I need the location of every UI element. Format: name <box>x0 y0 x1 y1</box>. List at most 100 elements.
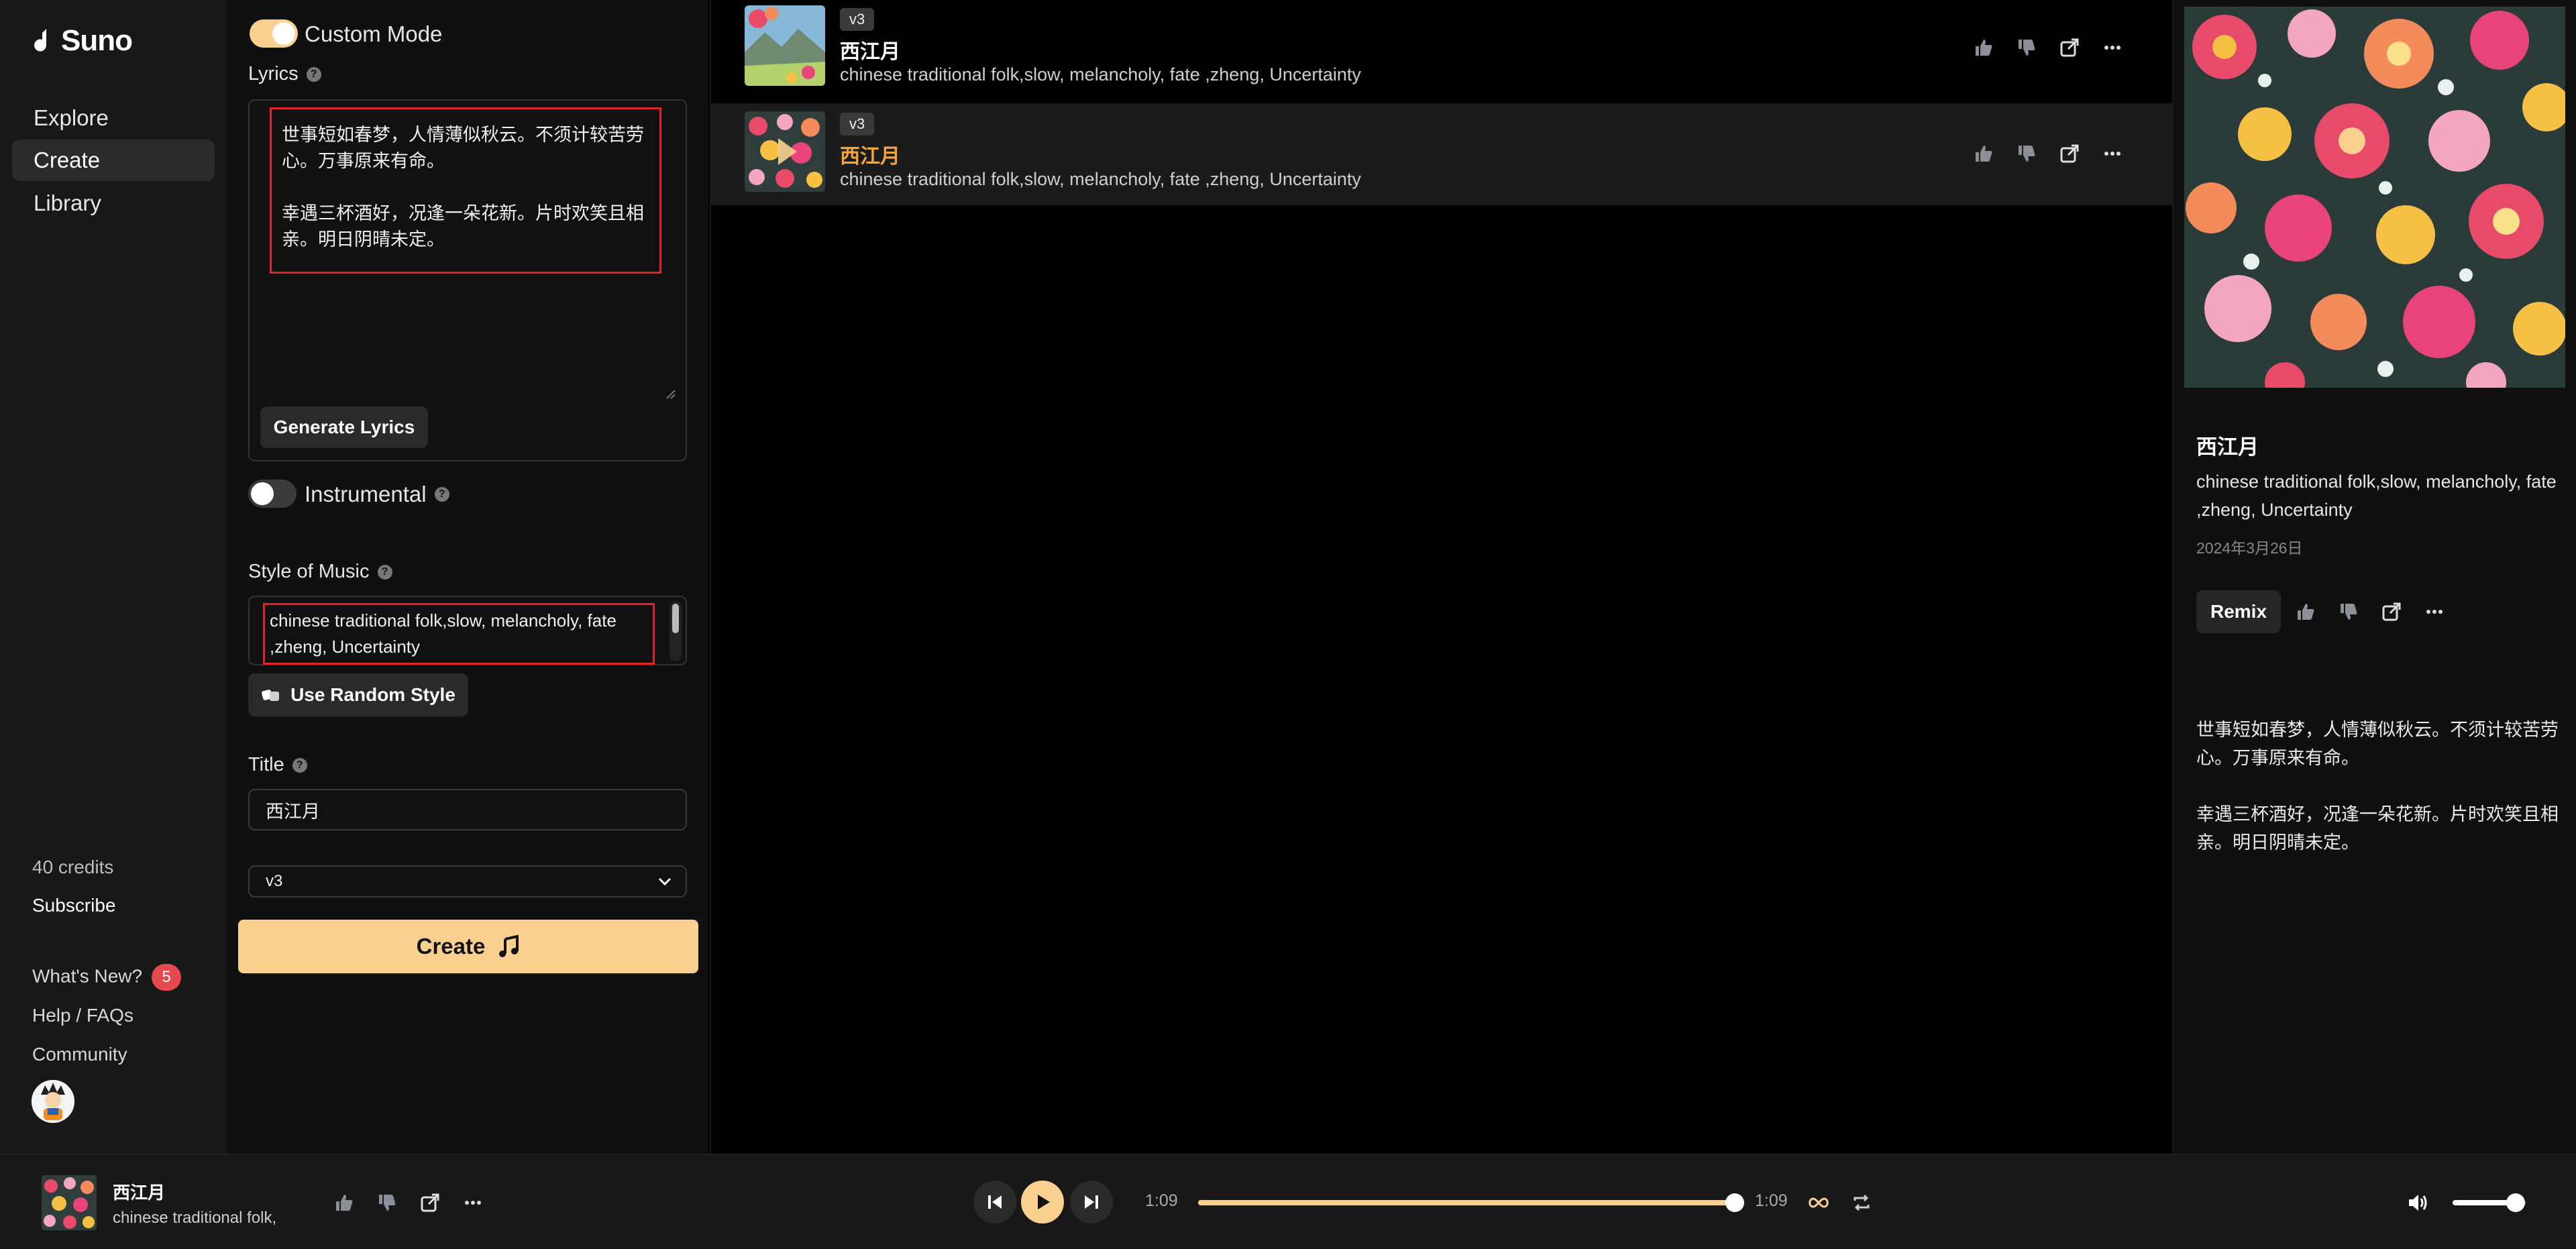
nav-library-label: Library <box>34 191 101 215</box>
avatar-image <box>32 1080 74 1123</box>
toggle-knob <box>251 482 274 505</box>
song-list: v3 西江月 chinese traditional folk,slow, me… <box>710 0 2172 1154</box>
help-icon[interactable]: ? <box>434 487 449 502</box>
generate-lyrics-button[interactable]: Generate Lyrics <box>260 406 428 448</box>
whats-new-badge: 5 <box>152 964 182 991</box>
detail-lyrics: 世事短如春梦，人情薄似秋云。不须计较苦劳心。万事原来有命。 幸遇三杯酒好，况逢一… <box>2196 720 2559 853</box>
community-link[interactable]: Community <box>32 1044 127 1065</box>
nav-create-label: Create <box>34 148 101 172</box>
toggle-knob <box>272 22 295 45</box>
song-title[interactable]: 西江月 <box>840 140 900 169</box>
more-options-icon[interactable] <box>2423 600 2446 623</box>
song-detail-panel: 西江月 chinese traditional folk,slow, melan… <box>2172 0 2576 1154</box>
help-icon[interactable]: ? <box>377 564 392 580</box>
app-root: Suno Explore Create Library 40 credits S… <box>0 0 2576 1249</box>
more-options-icon[interactable] <box>462 1191 484 1214</box>
custom-mode-toggle[interactable] <box>250 19 298 48</box>
nav-explore[interactable]: Explore <box>12 97 215 139</box>
song-row[interactable]: v3 西江月 chinese traditional folk,slow, me… <box>711 103 2172 205</box>
style-scrollbar[interactable] <box>669 601 682 661</box>
song-actions <box>1972 36 2124 59</box>
song-thumbnail[interactable] <box>745 111 825 192</box>
help-icon[interactable]: ? <box>306 66 321 82</box>
thumbs-down-icon[interactable] <box>2015 36 2038 59</box>
model-select-value: v3 <box>266 872 283 890</box>
thumbs-up-icon[interactable] <box>1972 36 1995 59</box>
lyrics-textarea[interactable]: 世事短如春梦，人情薄似秋云。不须计较苦劳心。万事原来有命。 幸遇三杯酒好，况逢一… <box>282 122 657 253</box>
player-thumbnail[interactable] <box>42 1175 97 1230</box>
version-chip: v3 <box>840 113 875 135</box>
instrumental-label: Instrumental <box>305 482 427 506</box>
loop-infinity-icon[interactable] <box>1807 1191 1830 1214</box>
brand-name: Suno <box>61 24 133 57</box>
elapsed-time: 1:09 <box>1145 1191 1178 1210</box>
model-select[interactable]: v3 <box>248 865 687 898</box>
thumbs-up-icon[interactable] <box>333 1191 356 1214</box>
volume-handle[interactable] <box>2506 1193 2525 1212</box>
nav-explore-label: Explore <box>34 105 109 130</box>
player-subtitle: chinese traditional folk, <box>113 1209 277 1227</box>
song-thumbnail[interactable] <box>745 5 825 86</box>
play-icon <box>1038 1195 1050 1209</box>
chevron-down-icon <box>658 877 672 886</box>
create-button[interactable]: Create <box>238 920 698 973</box>
progress-bar[interactable] <box>1198 1193 1744 1212</box>
style-label: Style of Music <box>248 561 370 582</box>
thumbs-up-icon[interactable] <box>1972 142 1995 165</box>
resize-handle-icon[interactable] <box>665 389 676 400</box>
share-icon[interactable] <box>2380 600 2403 623</box>
title-input[interactable]: 西江月 <box>248 789 687 830</box>
duration-time: 1:09 <box>1755 1191 1788 1210</box>
volume-slider[interactable] <box>2453 1193 2526 1212</box>
player-title[interactable]: 西江月 <box>113 1179 165 1204</box>
instrumental-label-row: Instrumental? <box>305 482 449 507</box>
help-icon[interactable]: ? <box>292 757 307 773</box>
user-avatar[interactable] <box>32 1080 74 1123</box>
create-button-label: Create <box>416 934 486 959</box>
more-options-icon[interactable] <box>2101 36 2124 59</box>
next-button[interactable] <box>1070 1181 1113 1224</box>
use-random-style-button[interactable]: Use Random Style <box>248 673 468 716</box>
player-actions <box>333 1191 484 1214</box>
song-tags: chinese traditional folk,slow, melanchol… <box>840 64 1361 85</box>
skip-previous-icon <box>988 1195 1002 1209</box>
lyrics-label-row: Lyrics? <box>248 63 321 85</box>
share-icon[interactable] <box>419 1191 441 1214</box>
progress-handle[interactable] <box>1725 1193 1744 1212</box>
suno-logo[interactable]: Suno <box>32 24 133 58</box>
share-icon[interactable] <box>2058 142 2081 165</box>
thumbs-down-icon[interactable] <box>2337 600 2360 623</box>
song-row[interactable]: v3 西江月 chinese traditional folk,slow, me… <box>711 0 2172 102</box>
player-bar: 西江月 chinese traditional folk, 1:09 1:09 <box>0 1154 2576 1249</box>
floral-cover-image <box>2184 7 2565 388</box>
previous-button[interactable] <box>973 1181 1016 1224</box>
floral-art-image <box>42 1175 97 1230</box>
nav-create[interactable]: Create <box>12 140 215 181</box>
nav-library[interactable]: Library <box>12 182 215 224</box>
share-icon[interactable] <box>2058 36 2081 59</box>
floral-art-image <box>745 111 825 192</box>
help-faqs-link[interactable]: Help / FAQs <box>32 1005 133 1026</box>
song-title[interactable]: 西江月 <box>840 35 900 64</box>
scrollbar-thumb[interactable] <box>672 604 679 633</box>
remix-button[interactable]: Remix <box>2196 590 2281 633</box>
repeat-icon[interactable] <box>1850 1191 1873 1214</box>
whats-new-link[interactable]: What's New? 5 <box>32 964 182 991</box>
cover-art <box>2184 7 2565 388</box>
lyrics-label: Lyrics <box>248 63 299 85</box>
play-button[interactable] <box>1021 1181 1064 1224</box>
thumbs-down-icon[interactable] <box>376 1191 398 1214</box>
more-options-icon[interactable] <box>2101 142 2124 165</box>
thumbs-down-icon[interactable] <box>2015 142 2038 165</box>
suno-logo-icon <box>34 29 47 52</box>
skip-next-icon <box>1085 1195 1098 1209</box>
volume-icon[interactable] <box>2407 1191 2430 1214</box>
subscribe-link[interactable]: Subscribe <box>32 895 116 916</box>
thumbs-up-icon[interactable] <box>2294 600 2317 623</box>
instrumental-toggle[interactable] <box>248 480 297 508</box>
title-label-row: Title? <box>248 754 307 776</box>
style-textarea[interactable]: chinese traditional folk,slow, melanchol… <box>270 608 645 660</box>
create-panel: Custom Mode Lyrics? 世事短如春梦，人情薄似秋云。不须计较苦劳… <box>227 0 708 1154</box>
song-actions <box>1972 142 2124 165</box>
landscape-art-image <box>745 5 825 86</box>
